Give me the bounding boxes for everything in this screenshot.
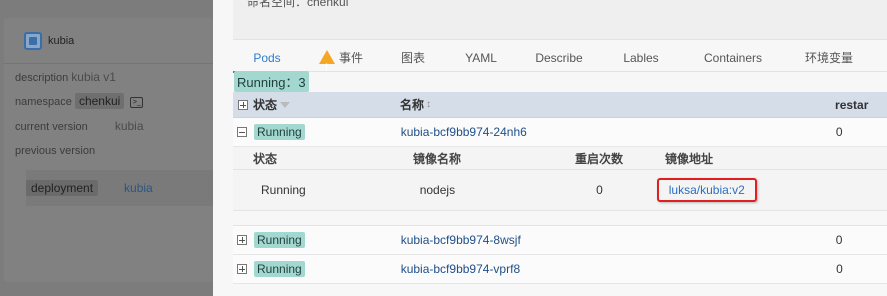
tab-pods[interactable]: Pods: [233, 44, 301, 73]
namespace-label: namespace: [15, 96, 72, 108]
row-spacer: [233, 211, 887, 226]
table-row: Running kubia-bcf9bb974-vprf8 0: [233, 255, 887, 284]
subtable-header: 状态 镜像名称 重启次数 镜像地址: [233, 147, 887, 170]
header-status: 状态: [253, 98, 278, 112]
namespace-field: namespace chenkui >_: [15, 93, 144, 109]
container-restart-count: 0: [596, 183, 603, 197]
previous-version-field: previous version: [15, 145, 95, 157]
namespace-tag: chenkui: [74, 93, 125, 109]
pod-name-link[interactable]: kubia-bcf9bb974-24nh6: [401, 125, 527, 139]
deployment-link[interactable]: kubia: [124, 181, 153, 195]
collapse-row-icon[interactable]: [237, 127, 247, 137]
current-version-label: current version: [15, 121, 88, 133]
warning-icon: !: [318, 50, 335, 72]
restart-count: 0: [836, 262, 843, 276]
table-row: Running kubia-bcf9bb974-24nh6 0: [233, 118, 887, 147]
current-version-field: current version kubia: [15, 119, 144, 133]
description-value: kubia v1: [71, 70, 116, 84]
sub-header-image-name: 镜像名称: [413, 151, 462, 166]
tab-bar: Pods ! 事件 图表 YAML Describe Lables Contain…: [233, 44, 887, 73]
table-row: Running kubia-bcf9bb974-8wsjf 0: [233, 226, 887, 255]
app-icon: [24, 31, 42, 50]
image-addr-highlight: luksa/kubia:v2: [656, 178, 757, 202]
tab-events-label: 事件: [338, 51, 363, 65]
status-badge: Running: [254, 232, 305, 248]
status-badge: Running: [254, 261, 305, 277]
expand-row-icon[interactable]: [237, 235, 247, 245]
left-overlay-panel: kubia description kubia v1 namespace che…: [0, 0, 216, 296]
terminal-icon[interactable]: >_: [130, 96, 144, 108]
tab-yaml[interactable]: YAML: [445, 44, 517, 72]
app-name: kubia: [48, 34, 75, 47]
drawer-header: 命名空间：chenkui: [233, 0, 887, 40]
tab-describe[interactable]: Describe: [517, 44, 601, 72]
current-version-value: kubia: [114, 119, 144, 133]
filter-icon[interactable]: [280, 101, 291, 108]
pod-name-link[interactable]: kubia-bcf9bb974-8wsjf: [401, 233, 521, 247]
pod-name-link[interactable]: kubia-bcf9bb974-vprf8: [401, 262, 520, 276]
sub-header-image-addr: 镜像地址: [665, 151, 714, 166]
description-label: description: [15, 72, 69, 84]
running-count-badge: Running：3: [234, 71, 309, 92]
restart-count: 0: [835, 125, 843, 139]
pods-table: 状态 名称 ↕ restar Running kubia-bcf9bb974-2…: [233, 92, 887, 284]
table-header: 状态 名称 ↕ restar: [233, 92, 887, 118]
deployment-tag: deployment: [26, 180, 99, 196]
restart-count: 0: [835, 233, 843, 247]
sub-header-status: 状态: [253, 151, 278, 166]
namespace-header-text: 命名空间：chenkui: [247, 0, 349, 9]
tab-labels[interactable]: Lables: [601, 44, 681, 72]
tab-events[interactable]: ! 事件: [301, 44, 381, 72]
description-field: description kubia v1: [15, 70, 116, 84]
tab-env-vars[interactable]: 环境变量: [785, 44, 873, 72]
status-badge: Running: [254, 124, 305, 140]
previous-version-label: previous version: [15, 145, 96, 157]
image-addr-link[interactable]: luksa/kubia:v2: [669, 183, 745, 197]
container-image-name: nodejs: [419, 183, 456, 197]
container-subtable: 状态 镜像名称 重启次数 镜像地址 Running nodejs 0 luksa…: [233, 147, 887, 211]
expand-row-icon[interactable]: [237, 264, 247, 274]
expand-all-icon[interactable]: [238, 99, 248, 110]
tab-charts[interactable]: 图表: [381, 44, 445, 72]
deployment-row: deployment kubia: [26, 170, 216, 206]
sub-header-restart-count: 重启次数: [575, 151, 624, 166]
container-status: Running: [261, 183, 306, 197]
tab-containers[interactable]: Containers: [681, 44, 785, 72]
app-header: kubia: [4, 18, 213, 64]
pod-drawer: 命名空间：chenkui Pods ! 事件 图表 YAML Describe L…: [213, 0, 887, 296]
sort-icon[interactable]: ↕: [426, 99, 431, 110]
header-restarts: restar: [835, 97, 869, 112]
subtable-row: Running nodejs 0 luksa/kubia:v2: [233, 170, 887, 210]
header-name[interactable]: 名称: [400, 96, 424, 113]
